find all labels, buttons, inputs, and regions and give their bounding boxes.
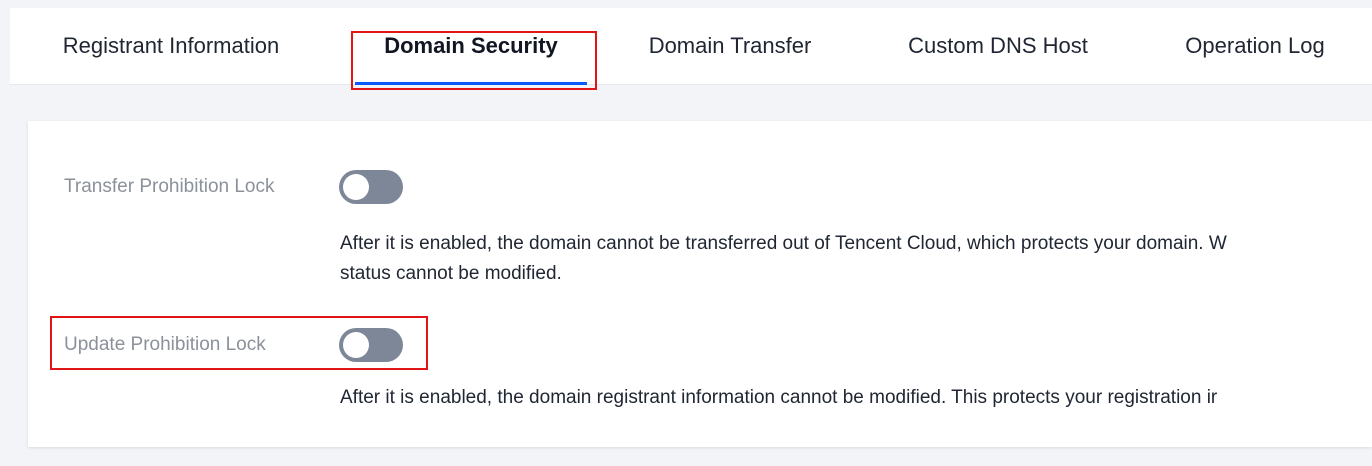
domain-settings-page: Registrant Information Domain Security D… [0,0,1372,466]
tab-operation-log[interactable]: Operation Log [1168,8,1342,84]
transfer-lock-description-line2: status cannot be modified. [340,263,562,284]
update-lock-description: After it is enabled, the domain registra… [340,387,1218,408]
transfer-lock-label: Transfer Prohibition Lock [64,176,275,197]
tab-registrant-information[interactable]: Registrant Information [36,8,306,84]
transfer-lock-toggle[interactable] [339,170,403,204]
toggle-knob [343,174,369,200]
transfer-lock-description-line1: After it is enabled, the domain cannot b… [340,233,1227,254]
tab-highlight-box [351,31,597,90]
tab-bar: Registrant Information Domain Security D… [10,8,1372,85]
tab-domain-transfer[interactable]: Domain Transfer [634,8,826,84]
tab-custom-dns-host[interactable]: Custom DNS Host [894,8,1102,84]
update-lock-highlight-box [50,316,428,370]
